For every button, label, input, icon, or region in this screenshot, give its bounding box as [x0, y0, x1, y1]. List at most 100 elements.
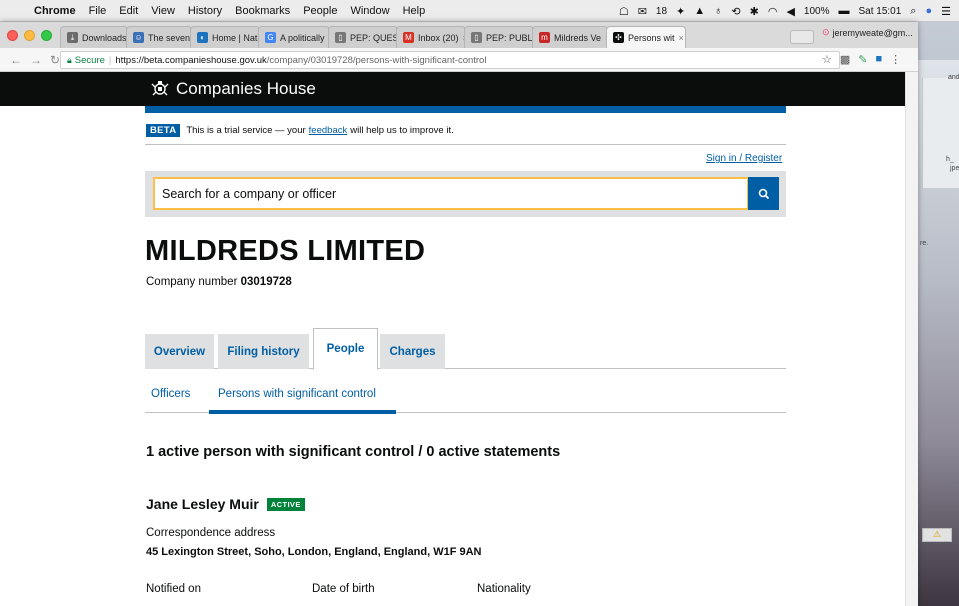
zoom-window-button[interactable]	[41, 30, 52, 41]
back-arrow-icon[interactable]: ←	[10, 53, 22, 67]
siri-icon[interactable]: ●	[925, 5, 932, 17]
subtab-officers[interactable]: Officers	[151, 388, 190, 400]
search-panel: Search for a company or officer	[145, 171, 786, 217]
search-input[interactable]: Search for a company or officer	[153, 177, 749, 210]
browser-tab-label: Downloads	[82, 32, 127, 43]
gmail-icon: M	[403, 32, 414, 43]
url-bar[interactable]: 🔒︎ Secure | https://beta.companieshouse.…	[60, 51, 840, 69]
companies-house-icon: ✣	[613, 32, 624, 43]
wifi-icon[interactable]: ◠	[768, 5, 778, 18]
web-page: Companies House BETA This is a trial ser…	[0, 72, 918, 606]
menu-window[interactable]: Window	[350, 5, 389, 17]
browser-tab[interactable]: ▯PEP: QUES×	[328, 26, 398, 48]
window-controls	[7, 30, 52, 41]
desktop-label: re.	[920, 240, 929, 247]
browser-tab[interactable]: ◐Home | Nat×	[190, 26, 260, 48]
browser-tab-label: Persons wit	[628, 32, 675, 43]
battery-icon[interactable]: ▬	[838, 5, 849, 17]
close-tab-icon[interactable]: ×	[679, 33, 684, 43]
nav-icon: ◐	[197, 32, 208, 43]
new-tab-button[interactable]	[790, 30, 814, 44]
menu-view[interactable]: View	[151, 5, 175, 17]
address-value: 45 Lexington Street, Soho, London, Engla…	[146, 546, 482, 558]
browser-tab-label: Inbox (20)	[418, 32, 459, 43]
tab-strip: ⤓Downloads×☺The seven×◐Home | Nat×GA pol…	[0, 22, 918, 48]
browser-tab[interactable]: mMildreds Ve×	[532, 26, 608, 48]
airplay-icon[interactable]: ☖	[619, 5, 629, 18]
feedback-link[interactable]: feedback	[309, 125, 348, 136]
google-icon: G	[265, 32, 276, 43]
menu-help[interactable]: Help	[403, 5, 426, 17]
dropbox-icon[interactable]: ✦	[676, 5, 685, 18]
chrome-menu-icon[interactable]: ⋮	[890, 53, 901, 66]
menu-edit[interactable]: Edit	[119, 5, 138, 17]
reload-icon[interactable]: ↻	[50, 53, 60, 67]
browser-tab[interactable]: ▯PEP: PUBLI×	[464, 26, 534, 48]
browser-tab[interactable]: GA politically×	[258, 26, 330, 48]
browser-tab-label: Home | Nat	[212, 32, 258, 43]
document-icon: ▯	[471, 32, 482, 43]
clock[interactable]: Sat 15:01	[858, 6, 901, 17]
mail-icon[interactable]: ✉	[638, 5, 647, 18]
menu-people[interactable]: People	[303, 5, 337, 17]
sign-in-link[interactable]: Sign in / Register	[706, 153, 782, 164]
site-header: Companies House	[0, 72, 918, 106]
nationality-label: Nationality	[477, 583, 531, 595]
date-of-birth-label: Date of birth	[312, 583, 375, 595]
notification-count[interactable]: 18	[656, 6, 667, 17]
browser-tab[interactable]: ✣ Persons wit ×	[606, 26, 686, 48]
beta-text-before: This is a trial service — your	[186, 125, 306, 136]
search-button[interactable]	[748, 177, 779, 210]
extension-icon[interactable]: ▩	[840, 53, 850, 66]
menu-app[interactable]: Chrome	[34, 5, 76, 17]
drive-icon[interactable]: ▲	[694, 5, 705, 17]
browser-tab[interactable]: ☺The seven×	[126, 26, 192, 48]
warning-icon[interactable]: ⚠	[922, 528, 952, 542]
browser-tab-label: PEP: QUES	[350, 32, 398, 43]
address-label: Correspondence address	[146, 527, 276, 539]
search-icon	[758, 188, 769, 199]
minimize-window-button[interactable]	[24, 30, 35, 41]
battery-percent[interactable]: 100%	[804, 6, 830, 17]
translate-icon[interactable]: ✎	[858, 53, 867, 66]
tab-people[interactable]: People	[313, 328, 378, 370]
page-scrollbar[interactable]	[905, 72, 918, 606]
profile-name: jeremyweate@gm...	[832, 27, 913, 38]
tab-charges[interactable]: Charges	[380, 334, 445, 369]
url-host: https://beta.companieshouse.gov.uk	[115, 54, 267, 66]
person-name: Jane Lesley Muir	[146, 496, 259, 512]
browser-tab-label: The seven	[148, 32, 191, 43]
browser-tab-label: PEP: PUBLI	[486, 32, 534, 43]
menu-file[interactable]: File	[89, 5, 107, 17]
menu-history[interactable]: History	[188, 5, 222, 17]
volume-icon[interactable]: ◀	[786, 5, 794, 18]
extension-icon[interactable]: ♁	[714, 5, 722, 17]
beta-tag: BETA	[146, 124, 181, 137]
tab-filing-history[interactable]: Filing history	[218, 334, 309, 369]
beta-text-after: will help us to improve it.	[350, 125, 454, 136]
browser-tab[interactable]: ⤓Downloads×	[60, 26, 128, 48]
site-logo[interactable]: Companies House	[150, 79, 316, 99]
tab-overview[interactable]: Overview	[145, 334, 214, 369]
profile-button[interactable]: ⊙ jeremyweate@gm...	[822, 27, 913, 38]
time-machine-icon[interactable]: ⟲	[731, 5, 740, 18]
close-window-button[interactable]	[7, 30, 18, 41]
desktop-label: and	[948, 74, 959, 81]
notification-center-icon[interactable]: ☰	[941, 5, 951, 18]
profile-icon: ⊙	[822, 27, 830, 37]
subtab-psc[interactable]: Persons with significant control	[218, 388, 376, 400]
bookmark-star-icon[interactable]: ☆	[822, 53, 832, 66]
company-number-value: 03019728	[240, 276, 292, 288]
spotlight-icon[interactable]: ⌕	[910, 5, 916, 18]
people-icon: ☺	[133, 32, 144, 43]
people-subtabs: Officers Persons with significant contro…	[145, 378, 786, 414]
forward-arrow-icon[interactable]: →	[30, 53, 42, 67]
company-name: MILDREDS LIMITED	[145, 235, 426, 267]
person-heading: Jane Lesley Muir ACTIVE	[146, 496, 305, 512]
bluetooth-icon[interactable]: ✱	[750, 5, 759, 18]
browser-tab[interactable]: MInbox (20)×	[396, 26, 466, 48]
royal-crest-icon	[151, 81, 169, 96]
address-bar-row: ← → ↻ 🔒︎ Secure | https://beta.companies…	[0, 48, 918, 72]
menu-bookmarks[interactable]: Bookmarks	[235, 5, 290, 17]
extension-blue-icon[interactable]: ■	[876, 53, 883, 66]
